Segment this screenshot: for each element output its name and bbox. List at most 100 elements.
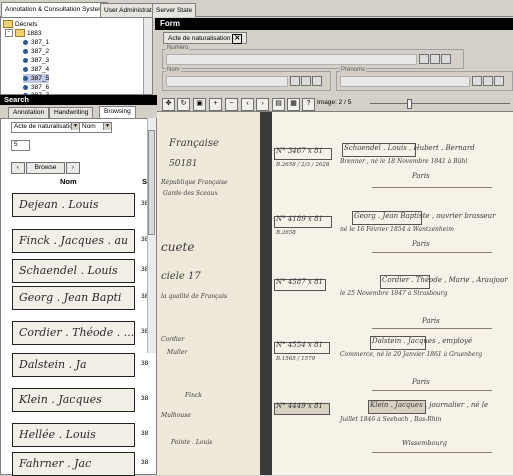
doc-text: Muller	[167, 349, 188, 356]
clear-icon[interactable]	[312, 76, 322, 86]
close-icon[interactable]: ✕	[232, 34, 243, 44]
tree-item-label: 387_4	[31, 66, 50, 73]
tree-item[interactable]: 387_3	[23, 56, 49, 65]
clear-icon[interactable]	[441, 54, 451, 64]
edit-icon[interactable]	[472, 76, 482, 86]
ink-line	[372, 328, 492, 329]
result-signature[interactable]: Dalstein . Ja	[12, 353, 135, 377]
document-page-right: N° 3467 x 81 B.2658 / 2/3 / 2628 Schaend…	[272, 112, 513, 475]
result-signature[interactable]: Klein . Jacques	[12, 388, 135, 412]
numero-input[interactable]	[166, 54, 417, 65]
column-header-nom[interactable]: Nom	[60, 177, 77, 186]
result-code: 38	[141, 360, 149, 367]
annotate-icon[interactable]	[430, 54, 440, 64]
nom-buttons	[289, 76, 322, 86]
collapse-icon[interactable]: −	[5, 29, 13, 38]
entry-ref: B.2658	[276, 230, 296, 236]
result-signature[interactable]: Cordier . Théode . ...	[12, 321, 135, 345]
document-icon	[23, 84, 28, 90]
next-page-icon[interactable]: ›	[256, 98, 269, 111]
print-icon[interactable]: ▤	[272, 98, 285, 111]
edit-icon[interactable]	[419, 54, 429, 64]
result-signature[interactable]: Hellée . Louis	[12, 423, 135, 447]
doc-text: cuete	[161, 240, 195, 254]
main-tabbar: Annotation & Consultation System User Ad…	[0, 0, 513, 18]
tree-year-label: 1883	[27, 30, 42, 37]
tree-item[interactable]: 387_1	[23, 38, 49, 47]
value-input[interactable]: 5	[11, 140, 30, 151]
edit-icon[interactable]	[290, 76, 300, 86]
doc-text: Finck	[185, 392, 202, 399]
entry-name: Cordier . Théode , Marie , Araujour	[382, 276, 508, 284]
search-title: Search	[0, 95, 157, 105]
zoom-out-icon[interactable]: −	[225, 98, 238, 111]
tree-root[interactable]: Décrets	[3, 20, 37, 29]
result-code: 38	[141, 459, 149, 466]
ink-line	[372, 390, 492, 391]
field-select[interactable]: Nom ▼	[79, 122, 112, 133]
ink-line	[372, 452, 492, 453]
page-gutter	[260, 112, 272, 475]
tree-item-selected[interactable]: 387_5	[23, 74, 50, 83]
doc-text: Mulhouse	[161, 412, 191, 419]
entry-number: N° 4554 x 81	[276, 341, 323, 349]
tree-root-label: Décrets	[15, 21, 38, 28]
document-page-left: Française 50181 République Française Gar…	[157, 112, 269, 475]
document-icon	[23, 57, 28, 63]
browse-prev-button[interactable]: ‹	[11, 162, 25, 174]
browse-button[interactable]: Browse	[26, 162, 65, 174]
nom-input[interactable]	[166, 76, 288, 87]
doc-type-select[interactable]: Acte de naturalisation ▼	[11, 122, 80, 133]
tree-year[interactable]: − 1883	[5, 29, 41, 38]
document-icon	[23, 75, 28, 81]
zoom-in-icon[interactable]: +	[209, 98, 222, 111]
chevron-down-icon[interactable]: ▼	[71, 123, 79, 130]
numero-label: Numéro	[166, 45, 190, 51]
tree-scrollbar[interactable]	[143, 18, 152, 94]
entry-name: Klein . Jacques , journalier , né le	[370, 401, 489, 409]
entry-location: Paris	[412, 240, 430, 248]
search-scroll-thumb[interactable]	[148, 130, 155, 235]
numero-buttons	[418, 54, 451, 64]
annotate-icon[interactable]	[483, 76, 493, 86]
doc-text: 50181	[169, 159, 198, 169]
entry-line: Brenner , né le 18 Novembre 1841 à Bühl	[340, 158, 468, 165]
signature-image: Finck . Jacques . au	[19, 234, 129, 247]
rotate-icon[interactable]: ↻	[177, 98, 190, 111]
form-tab-naturalisation[interactable]: Acte de naturalisation ✕	[163, 32, 248, 44]
move-icon[interactable]: ✥	[162, 98, 175, 111]
zoom-slider-thumb[interactable]	[407, 99, 412, 109]
fit-icon[interactable]: ▣	[193, 98, 206, 111]
browse-next-button[interactable]: ›	[66, 162, 80, 174]
annotate-icon[interactable]	[301, 76, 311, 86]
entry-number: N° 4587 x 81	[276, 278, 323, 286]
signature-image: Dejean . Louis	[19, 198, 99, 211]
prenoms-input[interactable]	[340, 76, 470, 87]
result-signature[interactable]: Schaendel . Louis	[12, 259, 135, 283]
chevron-down-icon[interactable]: ▼	[103, 123, 111, 130]
tree-item-label: 387_5	[31, 75, 50, 82]
form-title: Form	[155, 18, 513, 30]
numero-field: Numéro	[162, 45, 464, 69]
help-icon[interactable]: ?	[302, 98, 315, 111]
field-value: Nom	[82, 123, 96, 130]
tree-item[interactable]: 387_4	[23, 65, 49, 74]
prev-page-icon[interactable]: ‹	[241, 98, 254, 111]
entry-name: Georg . Jean Baptiste , ouvrier brasseur	[354, 212, 496, 220]
prenoms-label: Prénoms	[340, 67, 367, 73]
result-signature[interactable]: Fahrner . Jac	[12, 452, 135, 476]
entry-line: Juillet 1846 à Seebach , Bas-Rhin	[340, 416, 442, 423]
result-signature[interactable]: Georg . Jean Bapti	[12, 286, 135, 310]
result-signature[interactable]: Dejean . Louis	[12, 193, 135, 217]
result-signature[interactable]: Finck . Jacques . au	[12, 229, 135, 253]
entry-location: Wissembourg	[402, 439, 447, 447]
tab-server-state[interactable]: Server State	[152, 3, 197, 18]
tree-item[interactable]: 387_2	[23, 47, 49, 56]
entry-ref: B.2658 / 2/3 / 2628	[276, 162, 330, 168]
clear-icon[interactable]	[494, 76, 504, 86]
entry-ref: B.1565 / 1579	[276, 356, 316, 362]
save-icon[interactable]: ▦	[287, 98, 300, 111]
zoom-slider-track[interactable]	[370, 103, 510, 104]
tab-annotation-consultation[interactable]: Annotation & Consultation System	[1, 2, 108, 18]
image-counter: Image: 2 / 5	[317, 99, 352, 106]
